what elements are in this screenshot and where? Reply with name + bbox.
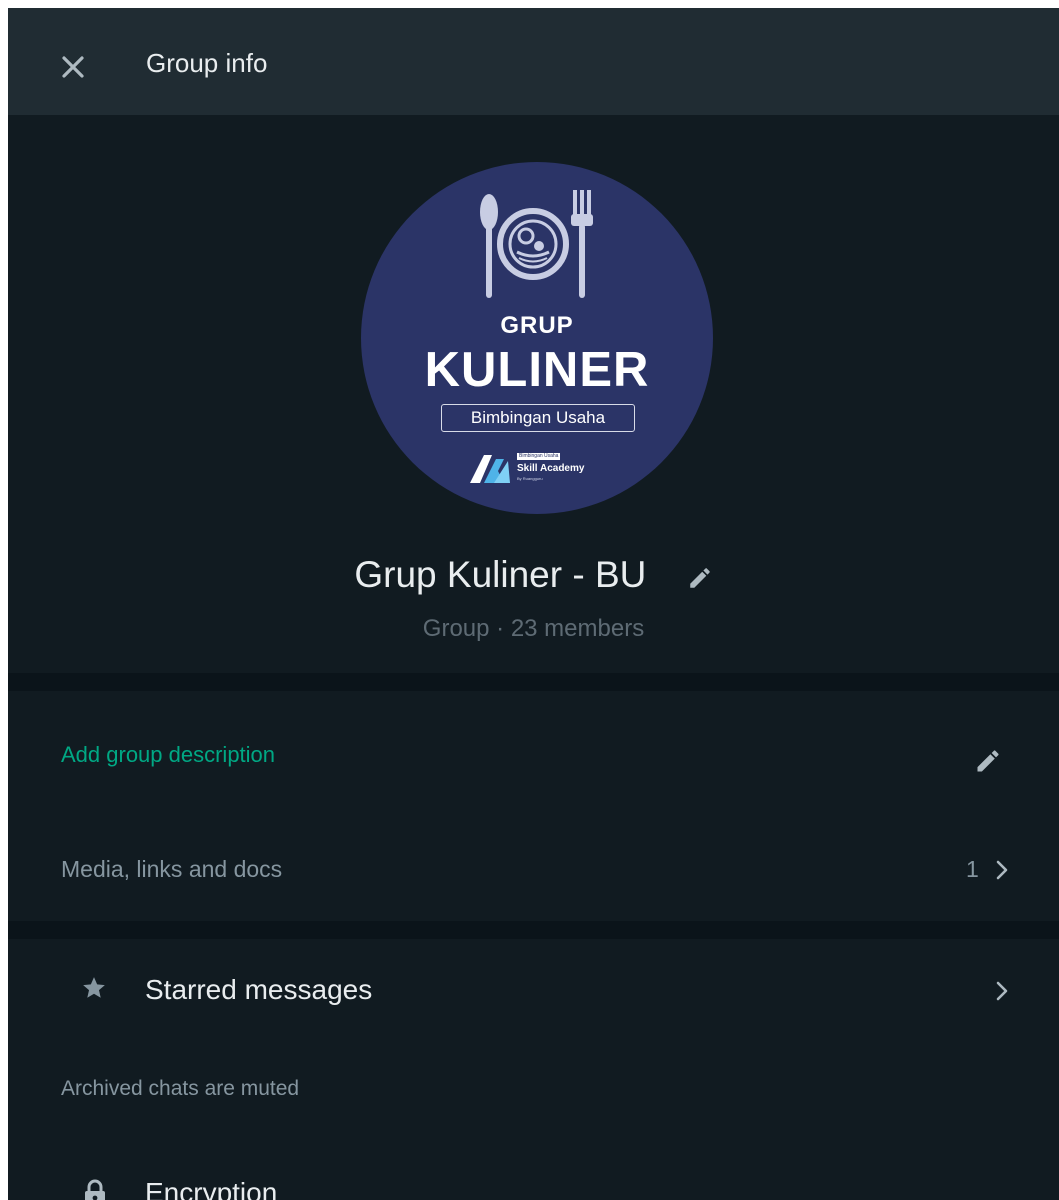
edit-name-button[interactable]: [687, 558, 713, 588]
plate-cutlery-icon: [480, 190, 593, 298]
media-count: 1: [966, 856, 979, 882]
close-button[interactable]: [56, 50, 90, 84]
edit-description-button[interactable]: [974, 747, 1002, 775]
add-group-description-link[interactable]: Add group description: [61, 742, 275, 768]
profile-section: GRUP KULINER Bimbingan Usaha Bimbingan U…: [8, 115, 1059, 673]
chevron-right-icon: [996, 860, 1008, 880]
group-meta: Group · 23 members: [422, 615, 645, 642]
group-name: Grup Kuliner - BU: [354, 554, 647, 596]
avatar-subtitle: Bimbingan Usaha: [441, 404, 635, 432]
settings-section: Starred messages Archived chats are mute…: [8, 939, 1059, 1200]
encryption-label: Encryption: [145, 1177, 278, 1200]
group-avatar[interactable]: GRUP KULINER Bimbingan Usaha Bimbingan U…: [361, 162, 713, 514]
pencil-icon: [689, 568, 710, 588]
pencil-icon: [977, 750, 999, 772]
section-divider: [8, 673, 1059, 691]
starred-messages-label: Starred messages: [145, 974, 373, 1005]
panel-header: Group info: [8, 8, 1059, 115]
avatar-line-kuliner: KULINER: [424, 343, 650, 397]
group-name-row: Grup Kuliner - BU: [8, 552, 1059, 596]
starred-messages-row[interactable]: Starred messages: [8, 949, 1059, 1029]
media-label: Media, links and docs: [61, 856, 283, 882]
lock-icon: [85, 1179, 105, 1200]
group-info-panel: Group info GRUP KULINER Bimbingan Usaha …: [8, 8, 1059, 1200]
archived-muted-note: Archived chats are muted: [61, 1077, 300, 1100]
star-icon: [83, 977, 105, 998]
avatar-brand-small: Bimbingan Usaha: [517, 453, 561, 460]
chevron-right-icon: [996, 981, 1008, 1001]
description-media-section: Add group description Media, links and d…: [8, 691, 1059, 921]
avatar-brand: Skill Academy: [517, 463, 585, 474]
header-title: Group info: [146, 48, 268, 78]
encryption-row[interactable]: Encryption: [8, 1159, 1059, 1200]
media-links-docs-row[interactable]: Media, links and docs 1: [8, 836, 1059, 900]
avatar-line-grup: GRUP: [500, 312, 574, 339]
skill-academy-logo-icon: [470, 455, 510, 483]
section-divider: [8, 921, 1059, 939]
close-icon: [62, 56, 84, 78]
avatar-brand-by: By Ruangguru: [517, 476, 543, 481]
